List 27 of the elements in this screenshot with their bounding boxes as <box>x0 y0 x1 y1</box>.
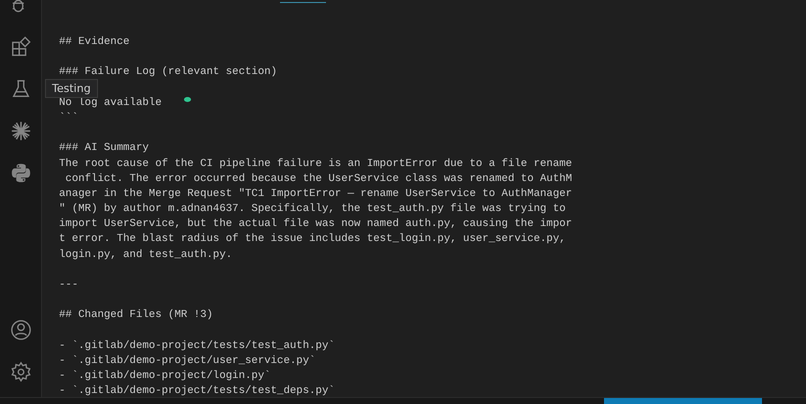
code-line: conflict. The error occurred because the UserService class was renamed to AuthM <box>64 172 572 185</box>
extensions-icon[interactable] <box>10 36 32 58</box>
settings-icon[interactable] <box>10 361 32 383</box>
python-icon[interactable] <box>10 162 32 184</box>
code-line: - `.gitlab/demo-project/tests/test_auth.py` <box>59 340 335 352</box>
code-line: ## Evidence <box>59 36 130 48</box>
sparkle-icon[interactable] <box>10 120 32 142</box>
code-line: ``` <box>59 112 78 124</box>
code-line: ### Failure Log (relevant section) <box>59 66 278 78</box>
tab-indicator <box>280 2 326 3</box>
code-line: ## Changed Files (MR !3) <box>59 309 213 322</box>
flask-icon[interactable] <box>10 78 32 100</box>
code-line: login.py, and test_auth.py. <box>59 248 232 261</box>
code-line: No log available <box>59 96 162 109</box>
tooltip: Testing <box>45 79 98 98</box>
code-line: import UserService, but the actual file was now named auth.py, causing the impor <box>59 218 572 230</box>
code-line: --- <box>59 279 78 291</box>
code-line: ### AI Summary <box>59 142 149 154</box>
account-icon[interactable] <box>10 319 32 341</box>
code-line: The root cause of the CI pipeline failure is an ImportError due to a file rename <box>59 158 572 170</box>
code-line: - `.gitlab/demo-project/login.py` <box>59 370 271 382</box>
code-line: t error. The blast radius of the issue includes test_login.py, user_service.py, <box>59 233 566 246</box>
marker-icon <box>184 97 191 102</box>
code-line: anager in the Merge Request "TC1 ImportError — rename UserService to AuthManager <box>59 188 572 200</box>
code-line: " (MR) by author m.adnan4637. Specifically, the test_auth.py file was trying to <box>59 203 566 216</box>
code-line: - `.gitlab/demo-project/tests/test_deps.py` <box>59 385 335 398</box>
code-line: - `.gitlab/demo-project/user_service.py` <box>59 354 316 367</box>
